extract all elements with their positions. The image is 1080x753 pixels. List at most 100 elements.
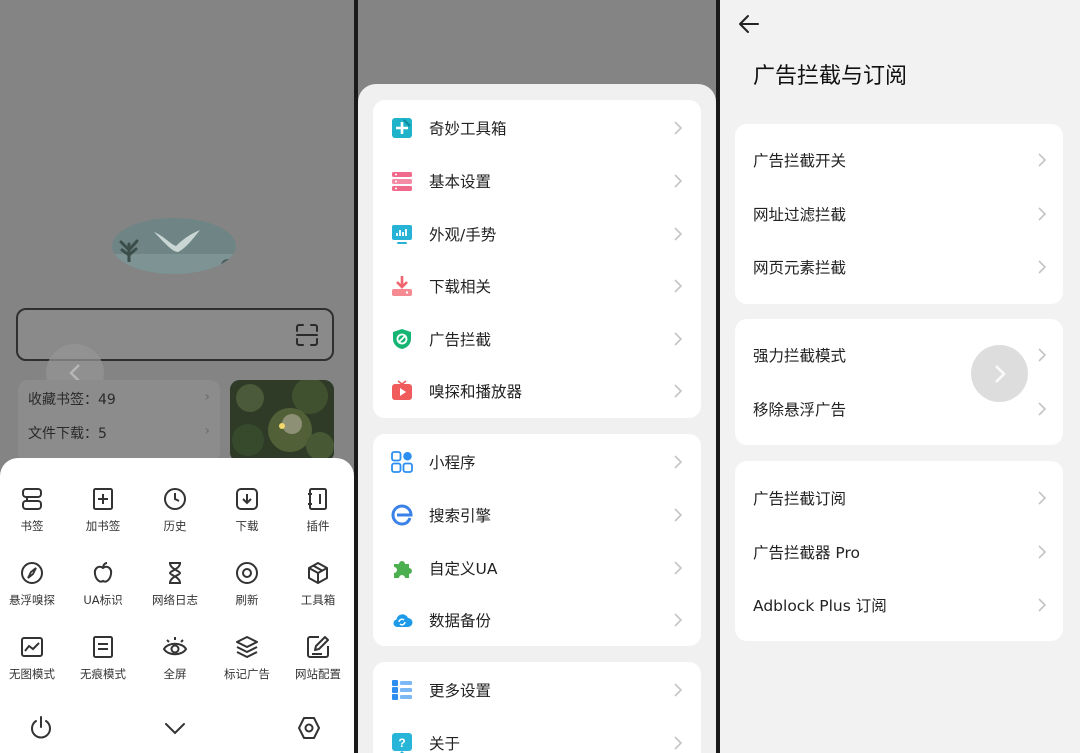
toolbox-cube-icon	[308, 562, 328, 584]
setting-appearance-gesture[interactable]: 外观/手势	[373, 208, 701, 260]
search-engine-icon	[391, 504, 413, 526]
chevron-right-icon	[1038, 491, 1047, 505]
menu-item-refresh[interactable]: 刷新	[212, 560, 282, 616]
chevron-right-icon	[1038, 598, 1047, 612]
back-arrow-icon[interactable]	[738, 13, 760, 35]
setting-label: 数据备份	[429, 612, 492, 630]
menu-item-mark-ads[interactable]: 标记广告	[212, 634, 282, 690]
bookmark-count: 收藏书签：49	[28, 392, 116, 408]
row-adblock-plus-subscription[interactable]: Adblock Plus 订阅	[735, 578, 1063, 632]
ad-block-settings-panel: 广告拦截与订阅 广告拦截开关 网址过滤拦截 网页元素拦截 强力拦截模式 移除悬浮…	[720, 0, 1080, 753]
menu-item-network-log[interactable]: 网络日志	[140, 560, 210, 616]
stats-card[interactable]: 收藏书签：49 › 文件下载：5 ›	[18, 380, 220, 462]
chevron-right-icon	[674, 613, 683, 627]
add-bookmark-icon	[93, 488, 113, 510]
cloud-backup-icon	[393, 614, 413, 627]
menu-item-plugins[interactable]: 插件	[283, 486, 353, 542]
menu-item-download[interactable]: 下载	[212, 486, 282, 542]
incognito-icon	[93, 636, 113, 658]
row-url-filter[interactable]: 网址过滤拦截	[735, 187, 1063, 241]
setting-sniffer-player[interactable]: 嗅探和播放器	[373, 365, 701, 417]
menu-item-label: 悬浮嗅探	[9, 593, 55, 607]
no-image-icon	[21, 637, 43, 657]
row-element-block[interactable]: 网页元素拦截	[735, 240, 1063, 294]
power-icon[interactable]	[28, 715, 54, 741]
plugin-icon	[308, 488, 327, 510]
setting-about[interactable]: ? 关于	[373, 717, 701, 753]
svg-text:?: ?	[398, 736, 405, 750]
chevron-right-icon	[674, 508, 683, 522]
scan-icon[interactable]	[296, 324, 318, 346]
row-label: 广告拦截器 Pro	[753, 544, 861, 562]
settings-group-more: 更多设置 ? 关于	[373, 662, 701, 753]
row-ad-block-switch[interactable]: 广告拦截开关	[735, 133, 1063, 187]
row-ad-blocker-pro[interactable]: 广告拦截器 Pro	[735, 525, 1063, 579]
mini-program-icon	[391, 451, 413, 473]
row-ad-block-subscription[interactable]: 广告拦截订阅	[735, 471, 1063, 525]
ad-block-card-subscriptions: 广告拦截订阅 广告拦截器 Pro Adblock Plus 订阅	[735, 461, 1063, 641]
download-count-row[interactable]: 文件下载：5 ›	[28, 423, 210, 443]
row-label: 网页元素拦截	[753, 259, 847, 277]
menu-item-toolbox[interactable]: 工具箱	[283, 560, 353, 616]
download-count: 文件下载：5	[28, 426, 107, 442]
menu-item-incognito[interactable]: 无痕模式	[68, 634, 138, 690]
settings-menu-panel: 奇妙工具箱 基本设置 外观/手势 下载相关 广告拦截 嗅探和播放器 小程序 搜索…	[358, 0, 716, 753]
menu-item-history[interactable]: 历史	[140, 486, 210, 542]
menu-item-no-image[interactable]: 无图模式	[0, 634, 67, 690]
setting-magic-toolbox[interactable]: 奇妙工具箱	[373, 102, 701, 154]
fullscreen-eye-icon	[162, 637, 188, 656]
menu-item-site-config[interactable]: 网站配置	[283, 634, 353, 690]
menu-item-label: 历史	[163, 519, 187, 533]
chevron-right-icon: ›	[204, 389, 210, 405]
setting-download-related[interactable]: 下载相关	[373, 260, 701, 312]
menu-item-label: 全屏	[163, 667, 187, 681]
chevron-right-icon	[674, 227, 683, 241]
chevron-down-icon[interactable]	[162, 715, 188, 741]
chevron-right-icon	[674, 174, 683, 188]
setting-label: 自定义UA	[429, 560, 498, 578]
setting-data-backup[interactable]: 数据备份	[373, 594, 701, 646]
apple-icon	[93, 562, 113, 583]
browser-home-panel: 收藏书签：49 › 文件下载：5 › 书签 加书签 历史 下载 插件 悬浮嗅探 …	[0, 0, 354, 753]
menu-item-float-sniffer[interactable]: 悬浮嗅探	[0, 560, 67, 616]
wallpaper-thumbnail[interactable]	[230, 380, 334, 462]
setting-custom-ua[interactable]: 自定义UA	[373, 542, 701, 594]
settings-hexagon-icon[interactable]	[296, 715, 322, 741]
browser-logo	[112, 218, 236, 274]
setting-label: 关于	[429, 735, 461, 753]
chevron-right-icon	[994, 364, 1006, 383]
setting-mini-program[interactable]: 小程序	[373, 436, 701, 488]
swipe-forward-button[interactable]	[971, 345, 1028, 402]
chevron-right-icon	[674, 736, 683, 750]
seagull-icon	[154, 230, 200, 252]
settings-group-extensions: 小程序 搜索引擎 自定义UA 数据备份	[373, 434, 701, 646]
setting-ad-block[interactable]: 广告拦截	[373, 313, 701, 365]
compass-icon	[21, 562, 43, 584]
chevron-right-icon	[1038, 207, 1047, 221]
chevron-right-icon: ›	[204, 423, 210, 439]
bookmark-count-row[interactable]: 收藏书签：49 ›	[28, 389, 210, 409]
puzzle-icon	[394, 561, 412, 578]
menu-item-label: 网络日志	[152, 593, 198, 607]
menu-item-add-bookmark[interactable]: 加书签	[68, 486, 138, 542]
appearance-icon	[392, 225, 412, 244]
menu-item-bookmarks[interactable]: 书签	[0, 486, 67, 542]
setting-label: 外观/手势	[429, 226, 497, 244]
menu-item-label: 加书签	[85, 519, 121, 533]
setting-label: 更多设置	[429, 682, 492, 700]
menu-item-ua[interactable]: UA标识	[68, 560, 138, 616]
menu-item-label: 下载	[235, 519, 259, 533]
search-lens-icon	[221, 259, 234, 272]
chevron-right-icon	[674, 384, 683, 398]
chevron-right-icon	[1038, 402, 1047, 416]
menu-item-fullscreen[interactable]: 全屏	[140, 634, 210, 690]
setting-basic[interactable]: 基本设置	[373, 155, 701, 207]
plant-icon	[119, 239, 139, 262]
browser-menu-sheet: 书签 加书签 历史 下载 插件 悬浮嗅探 UA标识 网络日志 刷新 工具箱 无图…	[0, 458, 354, 753]
about-help-icon: ?	[392, 733, 412, 753]
history-clock-icon	[164, 488, 186, 510]
menu-item-label: 标记广告	[224, 667, 270, 681]
setting-more[interactable]: 更多设置	[373, 664, 701, 716]
setting-search-engine[interactable]: 搜索引擎	[373, 489, 701, 541]
refresh-circle-icon	[236, 562, 258, 584]
